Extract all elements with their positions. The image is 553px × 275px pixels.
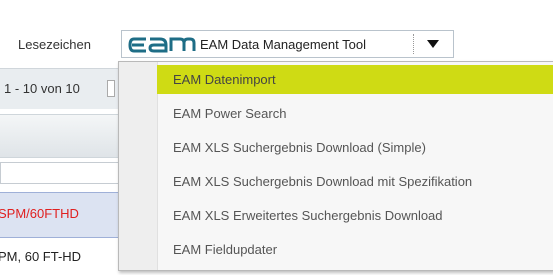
menu-item-eam-power-search[interactable]: EAM Power Search xyxy=(157,99,553,128)
row-cell-text: PM, 60 FT-HD xyxy=(0,249,82,264)
filter-input[interactable] xyxy=(0,162,120,184)
pager-input[interactable] xyxy=(107,80,115,97)
menu-gutter xyxy=(119,62,158,270)
dropdown-toggle-button[interactable] xyxy=(418,33,448,55)
tool-dropdown-menu: EAM Datenimport EAM Power Search EAM XLS… xyxy=(118,61,553,271)
top-toolbar: Lesezeichen EAM Data Management Tool xyxy=(0,0,553,60)
menu-item-eam-datenimport[interactable]: EAM Datenimport xyxy=(157,65,553,94)
pager-range-text: 1 - 10 von 10 xyxy=(4,81,80,96)
menu-item-xls-erweitertes-download[interactable]: EAM XLS Erweitertes Suchergebnis Downloa… xyxy=(157,201,553,230)
bookmarks-label: Lesezeichen xyxy=(18,37,91,52)
select-separator xyxy=(413,34,415,54)
tool-select-dropdown[interactable]: EAM Data Management Tool xyxy=(121,30,454,58)
row-cell-text: SPM/60FTHD xyxy=(0,206,79,221)
chevron-down-icon xyxy=(427,40,439,48)
menu-item-xls-download-simple[interactable]: EAM XLS Suchergebnis Download (Simple) xyxy=(157,133,553,162)
selected-tool-name: EAM Data Management Tool xyxy=(200,37,366,52)
eam-logo-icon xyxy=(128,37,196,53)
menu-item-eam-fieldupdater[interactable]: EAM Fieldupdater xyxy=(157,235,553,264)
menu-item-xls-download-spezifikation[interactable]: EAM XLS Suchergebnis Download mit Spezif… xyxy=(157,167,553,196)
